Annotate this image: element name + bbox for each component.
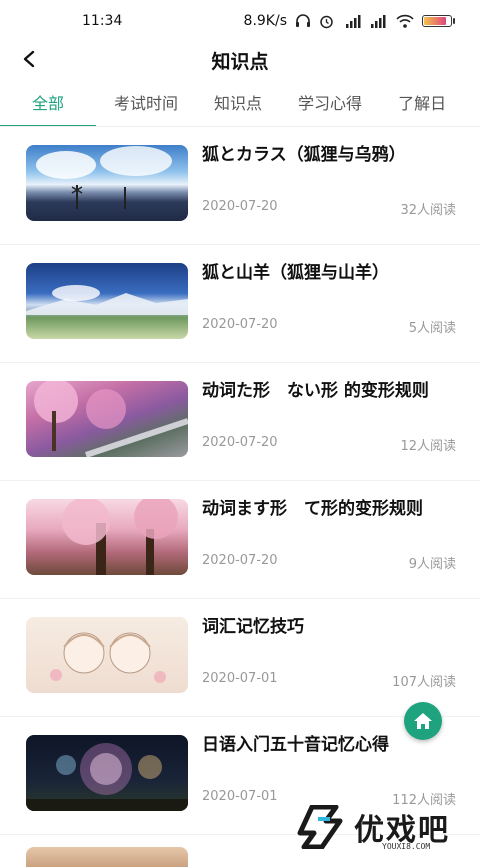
- article-thumbnail: [26, 381, 188, 457]
- chevron-left-icon: [23, 50, 35, 68]
- article-title: 狐とカラス（狐狸与乌鸦）: [202, 145, 406, 165]
- tab-learn-japan[interactable]: 了解日: [380, 82, 464, 126]
- article-date: 2020-07-20: [202, 199, 278, 214]
- status-time: 11:34: [82, 13, 123, 29]
- battery-icon: [422, 15, 455, 27]
- status-icons: 8.9K/s: [243, 13, 455, 29]
- article-date: 2020-07-20: [202, 553, 278, 568]
- article-thumbnail: [26, 847, 188, 867]
- article-read-count: 5人阅读: [408, 321, 456, 336]
- headphones-icon: [296, 14, 310, 27]
- article-thumbnail: [26, 145, 188, 221]
- article-thumbnail: [26, 617, 188, 693]
- page-title: 知识点: [211, 50, 269, 73]
- network-speed: 8.9K/s: [243, 13, 287, 29]
- tab-knowledge[interactable]: 知识点: [196, 82, 280, 126]
- article-thumbnail: [26, 499, 188, 575]
- article-date: 2020-07-01: [202, 789, 278, 804]
- tab-all[interactable]: 全部: [0, 82, 97, 126]
- article-read-count: 9人阅读: [408, 557, 456, 572]
- list-item[interactable]: 词汇记忆技巧 2020-07-01 107人阅读: [0, 599, 480, 717]
- article-title: 动词ます形 て形的变形规则: [202, 499, 423, 519]
- status-bar: 11:34 8.9K/s: [0, 0, 480, 42]
- wifi-icon: [396, 14, 414, 28]
- article-title: 狐と山羊（狐狸与山羊）: [202, 263, 389, 283]
- article-title: 动词た形 ない形 的变形规则: [202, 381, 429, 401]
- list-item[interactable]: 动词ます形 て形的变形规则 2020-07-20 9人阅读: [0, 481, 480, 599]
- article-title: 词汇记忆技巧: [202, 617, 304, 637]
- tab-exam-time[interactable]: 考试时间: [96, 82, 196, 126]
- article-read-count: 32人阅读: [400, 203, 456, 218]
- article-date: 2020-07-20: [202, 317, 278, 332]
- signal-icon: [371, 15, 386, 28]
- category-tabs: 全部 考试时间 知识点 学习心得 了解日: [0, 82, 480, 127]
- list-item[interactable]: 狐とカラス（狐狸与乌鸦） 2020-07-20 32人阅读: [0, 127, 480, 245]
- article-date: 2020-07-20: [202, 435, 278, 450]
- tab-study-notes[interactable]: 学习心得: [280, 82, 380, 126]
- article-thumbnail: [26, 263, 188, 339]
- article-read-count: 107人阅读: [392, 675, 456, 690]
- article-thumbnail: [26, 735, 188, 811]
- article-read-count: 12人阅读: [400, 439, 456, 454]
- article-list: 狐とカラス（狐狸与乌鸦） 2020-07-20 32人阅读 狐と山羊（狐狸与山羊…: [0, 127, 480, 867]
- list-item[interactable]: 狐と山羊（狐狸与山羊） 2020-07-20 5人阅读: [0, 245, 480, 363]
- top-bar: 知识点: [0, 42, 480, 78]
- home-icon: [414, 713, 432, 729]
- watermark-url: YOUXI8.COM: [382, 842, 431, 851]
- watermark-logo-icon: [297, 804, 343, 849]
- back-button[interactable]: [14, 44, 44, 74]
- list-item[interactable]: 动词た形 ない形 的变形规则 2020-07-20 12人阅读: [0, 363, 480, 481]
- watermark: 优戏吧 YOUXI8.COM: [296, 800, 480, 853]
- signal-hd-icon: [346, 15, 361, 28]
- alarm-icon: [320, 15, 333, 28]
- home-button[interactable]: [404, 702, 442, 740]
- article-date: 2020-07-01: [202, 671, 278, 686]
